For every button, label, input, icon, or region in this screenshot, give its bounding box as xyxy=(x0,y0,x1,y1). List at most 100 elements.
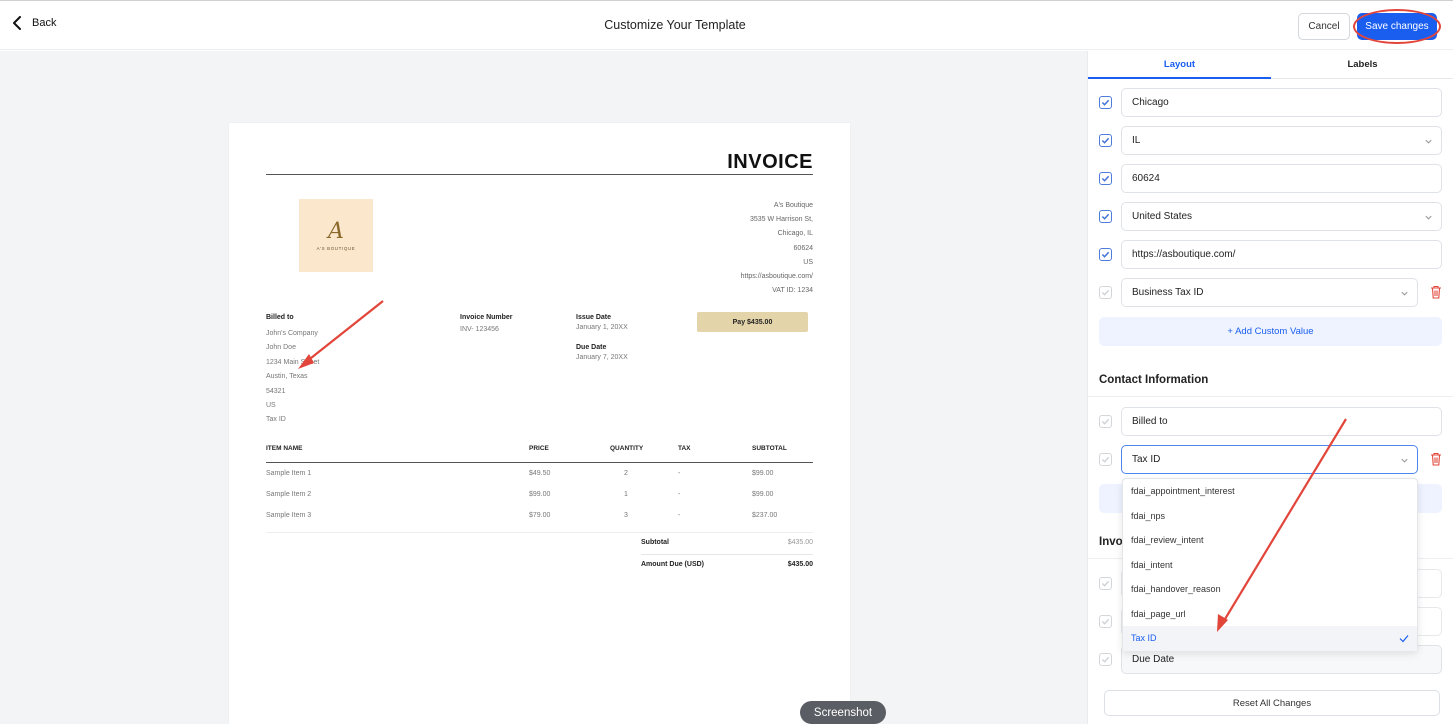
column-header: PRICE xyxy=(529,445,549,452)
chevron-down-icon xyxy=(1425,139,1432,144)
country-value: United States xyxy=(1132,211,1193,222)
item-qty: 1 xyxy=(624,491,628,498)
billed-to-block: Billed to John's Company John Doe 1234 M… xyxy=(266,314,319,428)
billed-line: US xyxy=(266,402,276,410)
reset-all-changes-button[interactable]: Reset All Changes xyxy=(1104,690,1440,716)
dropdown-option-selected[interactable]: Tax ID xyxy=(1123,626,1417,651)
state-select[interactable]: IL xyxy=(1121,126,1442,155)
country-checkbox[interactable] xyxy=(1099,210,1112,223)
tax-id-checkbox[interactable] xyxy=(1099,453,1112,466)
table-row: Sample Item 2 $99.00 1 - $99.00 xyxy=(266,491,813,505)
billed-to-checkbox[interactable] xyxy=(1099,415,1112,428)
field-row-tax-id: Tax ID xyxy=(1088,445,1453,474)
column-header: TAX xyxy=(678,445,691,452)
billed-line: Austin, Texas xyxy=(266,373,308,381)
invoice-field-checkbox[interactable] xyxy=(1099,615,1112,628)
subtotal-value: $435.00 xyxy=(787,539,813,546)
due-date-checkbox[interactable] xyxy=(1099,653,1112,666)
state-value: IL xyxy=(1132,135,1141,146)
item-name: Sample Item 2 xyxy=(266,491,312,498)
invoice-field-checkbox[interactable] xyxy=(1099,577,1112,590)
add-custom-value-button[interactable]: + Add Custom Value xyxy=(1099,317,1442,346)
amount-due-label: Amount Due (USD) xyxy=(641,561,704,568)
dropdown-option[interactable]: fdai_page_url xyxy=(1123,602,1417,627)
tax-id-select[interactable]: Tax ID xyxy=(1121,445,1418,474)
tab-labels[interactable]: Labels xyxy=(1271,59,1453,70)
item-qty: 2 xyxy=(624,470,628,477)
billed-to-input[interactable]: Billed to xyxy=(1121,407,1442,436)
items-table-header: ITEM NAME PRICE QUANTITY TAX SUBTOTAL xyxy=(266,445,813,463)
active-tab-indicator xyxy=(1088,77,1271,79)
check-icon xyxy=(1101,580,1110,587)
save-changes-button[interactable]: Save changes xyxy=(1357,13,1437,40)
check-icon xyxy=(1101,289,1110,296)
check-icon xyxy=(1101,618,1110,625)
website-checkbox[interactable] xyxy=(1099,248,1112,261)
country-select[interactable]: United States xyxy=(1121,202,1442,231)
check-icon xyxy=(1399,635,1409,643)
field-row-state: IL xyxy=(1088,126,1453,155)
top-bar: Back Customize Your Template Cancel Save… xyxy=(0,0,1453,50)
item-subtotal: $237.00 xyxy=(752,512,778,519)
billed-line: John's Company xyxy=(266,330,318,337)
field-row-zip: 60624 xyxy=(1088,164,1453,193)
chevron-down-icon xyxy=(1401,291,1408,296)
table-row: Sample Item 1 $49.50 2 - $99.00 xyxy=(266,470,813,484)
check-icon xyxy=(1101,656,1110,663)
due-date-value: January 7, 20XX xyxy=(576,354,628,361)
website-input[interactable]: https://asboutique.com/ xyxy=(1121,240,1442,269)
item-price: $49.50 xyxy=(529,470,551,477)
title-divider xyxy=(266,174,813,175)
item-name: Sample Item 3 xyxy=(266,512,312,519)
dropdown-option[interactable]: fdai_review_intent xyxy=(1123,528,1417,553)
item-subtotal: $99.00 xyxy=(752,470,774,477)
column-header: SUBTOTAL xyxy=(752,445,787,452)
custom-field-value: Business Tax ID xyxy=(1132,287,1204,298)
check-icon xyxy=(1101,99,1110,106)
trash-icon[interactable] xyxy=(1430,285,1442,299)
issue-date-value: January 1, 20XX xyxy=(576,324,628,331)
custom-checkbox[interactable] xyxy=(1099,286,1112,299)
column-header: ITEM NAME xyxy=(266,445,303,452)
dropdown-option[interactable]: fdai_handover_reason xyxy=(1123,577,1417,602)
tab-layout[interactable]: Layout xyxy=(1088,59,1271,70)
check-icon xyxy=(1101,251,1110,258)
table-row: Sample Item 3 $79.00 3 - $237.00 xyxy=(266,512,813,526)
company-line: US xyxy=(803,258,813,266)
subtotal-label: Subtotal xyxy=(641,539,669,546)
issue-date-label: Issue Date xyxy=(576,314,612,321)
dropdown-option[interactable]: fdai_nps xyxy=(1123,504,1417,529)
company-line: VAT ID: 1234 xyxy=(772,287,813,295)
trash-icon[interactable] xyxy=(1430,452,1442,466)
due-date-label: Due Date xyxy=(576,344,607,351)
item-tax: - xyxy=(678,512,681,519)
check-icon xyxy=(1101,175,1110,182)
zip-input[interactable]: 60624 xyxy=(1121,164,1442,193)
invoice-title: INVOICE xyxy=(727,151,813,173)
city-checkbox[interactable] xyxy=(1099,96,1112,109)
pay-button[interactable]: Pay $435.00 xyxy=(697,312,808,332)
city-input[interactable]: Chicago xyxy=(1121,88,1442,117)
dates-block: Issue Date January 1, 20XX Due Date Janu… xyxy=(576,314,628,361)
cancel-button[interactable]: Cancel xyxy=(1298,13,1350,40)
item-name: Sample Item 1 xyxy=(266,470,312,477)
company-line: 60624 xyxy=(793,244,813,252)
company-line: 3535 W Harrison St, xyxy=(749,216,813,224)
tax-id-dropdown-menu: fdai_appointment_interest fdai_nps fdai_… xyxy=(1122,478,1418,651)
check-icon xyxy=(1101,213,1110,220)
state-checkbox[interactable] xyxy=(1099,134,1112,147)
invoice-section-title: Invo xyxy=(1099,536,1123,548)
zip-checkbox[interactable] xyxy=(1099,172,1112,185)
dropdown-option[interactable]: fdai_appointment_interest xyxy=(1123,479,1417,504)
billed-to-label: Billed to xyxy=(266,314,294,321)
check-icon xyxy=(1101,456,1110,463)
invoice-sheet: INVOICE A A'S BOUTIQUE A's Boutique 3535… xyxy=(229,123,850,724)
dropdown-option[interactable]: fdai_intent xyxy=(1123,553,1417,578)
field-row-billed-to: Billed to xyxy=(1088,407,1453,436)
company-line: Chicago, IL xyxy=(777,230,813,238)
screenshot-chip[interactable]: Screenshot xyxy=(800,701,886,724)
company-line: A's Boutique xyxy=(773,202,813,209)
company-line: https://asboutique.com/ xyxy=(740,273,813,281)
billed-line: 1234 Main Street xyxy=(266,358,320,366)
custom-field-select[interactable]: Business Tax ID xyxy=(1121,278,1418,307)
